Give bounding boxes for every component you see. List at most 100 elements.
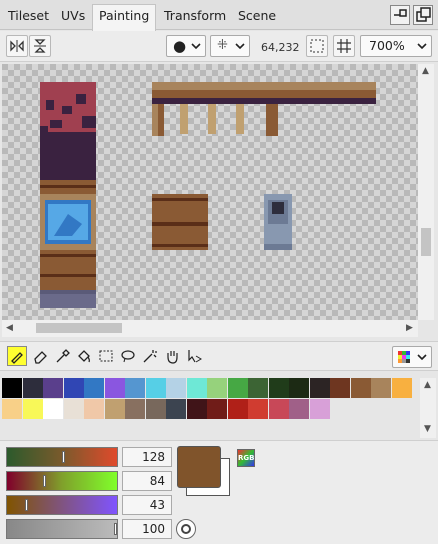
brush-circle-icon: ● bbox=[173, 37, 187, 55]
chevron-down-icon bbox=[417, 354, 427, 361]
mirror-horizontal-button[interactable] bbox=[6, 35, 28, 57]
alpha-toggle-icon[interactable] bbox=[176, 519, 196, 539]
zoom-value: 700% bbox=[369, 38, 405, 53]
green-slider[interactable] bbox=[6, 471, 118, 491]
palette-swatch[interactable] bbox=[104, 399, 125, 419]
palette-swatch[interactable] bbox=[371, 378, 391, 398]
green-slider-knob[interactable] bbox=[43, 475, 46, 487]
palette-swatch[interactable] bbox=[186, 378, 207, 398]
rect-select-icon[interactable] bbox=[96, 346, 116, 366]
palette-swatch[interactable] bbox=[391, 378, 412, 398]
palette-swatch[interactable] bbox=[84, 399, 104, 419]
palette-swatch[interactable] bbox=[309, 399, 330, 419]
move-icon[interactable] bbox=[184, 346, 204, 366]
red-slider[interactable] bbox=[6, 447, 118, 467]
palette-swatch[interactable] bbox=[2, 378, 22, 398]
scroll-right-icon[interactable]: ▶ bbox=[406, 323, 413, 333]
palette-swatch[interactable] bbox=[104, 378, 125, 398]
palette-swatch[interactable] bbox=[207, 378, 227, 398]
alpha-slider-knob[interactable] bbox=[114, 523, 117, 535]
palette-swatch[interactable] bbox=[22, 378, 43, 398]
grid-mode-dropdown[interactable]: ⁜ bbox=[210, 35, 250, 57]
palette-swatch[interactable] bbox=[350, 378, 371, 398]
palette-swatch[interactable] bbox=[268, 399, 289, 419]
palette-swatch[interactable] bbox=[43, 399, 63, 419]
scroll-left-icon[interactable]: ◀ bbox=[6, 323, 13, 333]
dock-icon[interactable] bbox=[390, 5, 410, 25]
palette-swatch[interactable] bbox=[330, 378, 350, 398]
blue-slider-knob[interactable] bbox=[25, 499, 28, 511]
canvas-vertical-scrollbar[interactable]: ▲ bbox=[418, 64, 434, 320]
eraser-icon[interactable] bbox=[30, 346, 50, 366]
tab-uvs[interactable]: UVs bbox=[55, 5, 91, 30]
palette-swatch[interactable] bbox=[166, 399, 186, 419]
palette-swatch[interactable] bbox=[268, 378, 289, 398]
scroll-down-icon[interactable]: ▼ bbox=[424, 424, 431, 434]
tab-transform[interactable]: Transform bbox=[158, 5, 232, 30]
palette-swatch[interactable] bbox=[22, 399, 43, 419]
tile-grid-toggle[interactable] bbox=[333, 35, 355, 57]
texture-canvas[interactable] bbox=[2, 64, 418, 320]
chevron-down-icon bbox=[417, 43, 427, 50]
float-icon[interactable] bbox=[413, 5, 433, 25]
tab-painting[interactable]: Painting bbox=[92, 4, 157, 31]
rgb-mode-button[interactable]: RGB bbox=[237, 449, 255, 467]
lasso-icon[interactable] bbox=[118, 346, 138, 366]
green-value[interactable]: 84 bbox=[122, 471, 172, 491]
current-color-swatch[interactable] bbox=[177, 446, 221, 488]
alpha-slider[interactable] bbox=[6, 519, 118, 539]
palette-swatch[interactable] bbox=[63, 378, 84, 398]
blue-slider[interactable] bbox=[6, 495, 118, 515]
cursor-coordinates: 64,232 bbox=[261, 41, 300, 54]
palette-swatch[interactable] bbox=[289, 399, 309, 419]
pixel-grid-toggle[interactable] bbox=[306, 35, 328, 57]
palette-swatch[interactable] bbox=[125, 399, 145, 419]
palette-swatch[interactable] bbox=[186, 399, 207, 419]
canvas-horizontal-scrollbar[interactable]: ◀ ▶ bbox=[2, 320, 418, 337]
scroll-up-icon[interactable]: ▲ bbox=[422, 66, 429, 76]
palette-swatch[interactable] bbox=[309, 378, 330, 398]
brush-shape-dropdown[interactable]: ● bbox=[166, 35, 206, 57]
palette-swatch[interactable] bbox=[125, 378, 145, 398]
vertical-scroll-thumb[interactable] bbox=[421, 228, 431, 256]
chevron-down-icon bbox=[191, 43, 201, 50]
crosshair-icon: ⁜ bbox=[217, 38, 228, 53]
tab-tileset[interactable]: Tileset bbox=[2, 5, 55, 30]
red-value[interactable]: 128 bbox=[122, 447, 172, 467]
palette-swatch[interactable] bbox=[43, 378, 63, 398]
bucket-icon[interactable] bbox=[74, 346, 94, 366]
horizontal-scroll-thumb[interactable] bbox=[36, 323, 122, 333]
palette-swatch[interactable] bbox=[207, 399, 227, 419]
chevron-down-icon bbox=[235, 43, 245, 50]
eyedropper-icon[interactable] bbox=[52, 346, 72, 366]
texture-art bbox=[40, 82, 376, 308]
grid-icon bbox=[337, 39, 351, 53]
alpha-value[interactable]: 100 bbox=[122, 519, 172, 539]
palette-swatch[interactable] bbox=[227, 399, 248, 419]
mirror-vertical-button[interactable] bbox=[29, 35, 51, 57]
pixel-grid-icon bbox=[310, 39, 324, 53]
zoom-dropdown[interactable]: 700% bbox=[360, 35, 432, 57]
palette-swatch[interactable] bbox=[63, 399, 84, 419]
palette-swatch[interactable] bbox=[289, 378, 309, 398]
palette-swatch[interactable] bbox=[248, 399, 268, 419]
palette-swatch[interactable] bbox=[145, 399, 166, 419]
red-slider-knob[interactable] bbox=[62, 451, 65, 463]
scroll-up-icon[interactable]: ▲ bbox=[424, 380, 431, 390]
blue-value[interactable]: 43 bbox=[122, 495, 172, 515]
tool-palette bbox=[0, 341, 438, 371]
palette-swatch[interactable] bbox=[84, 378, 104, 398]
palette-swatch[interactable] bbox=[145, 378, 166, 398]
magic-wand-icon[interactable] bbox=[140, 346, 160, 366]
hand-icon[interactable] bbox=[162, 346, 182, 366]
palette-scrollbar[interactable]: ▲ ▼ bbox=[420, 378, 436, 438]
palette-dropdown[interactable] bbox=[392, 346, 432, 368]
color-palette bbox=[2, 378, 412, 420]
palette-swatch[interactable] bbox=[227, 378, 248, 398]
palette-swatch[interactable] bbox=[2, 399, 22, 419]
palette-grid-icon bbox=[398, 351, 410, 363]
palette-swatch[interactable] bbox=[166, 378, 186, 398]
tab-scene[interactable]: Scene bbox=[232, 5, 282, 30]
palette-swatch[interactable] bbox=[248, 378, 268, 398]
pencil-icon[interactable] bbox=[7, 346, 27, 366]
